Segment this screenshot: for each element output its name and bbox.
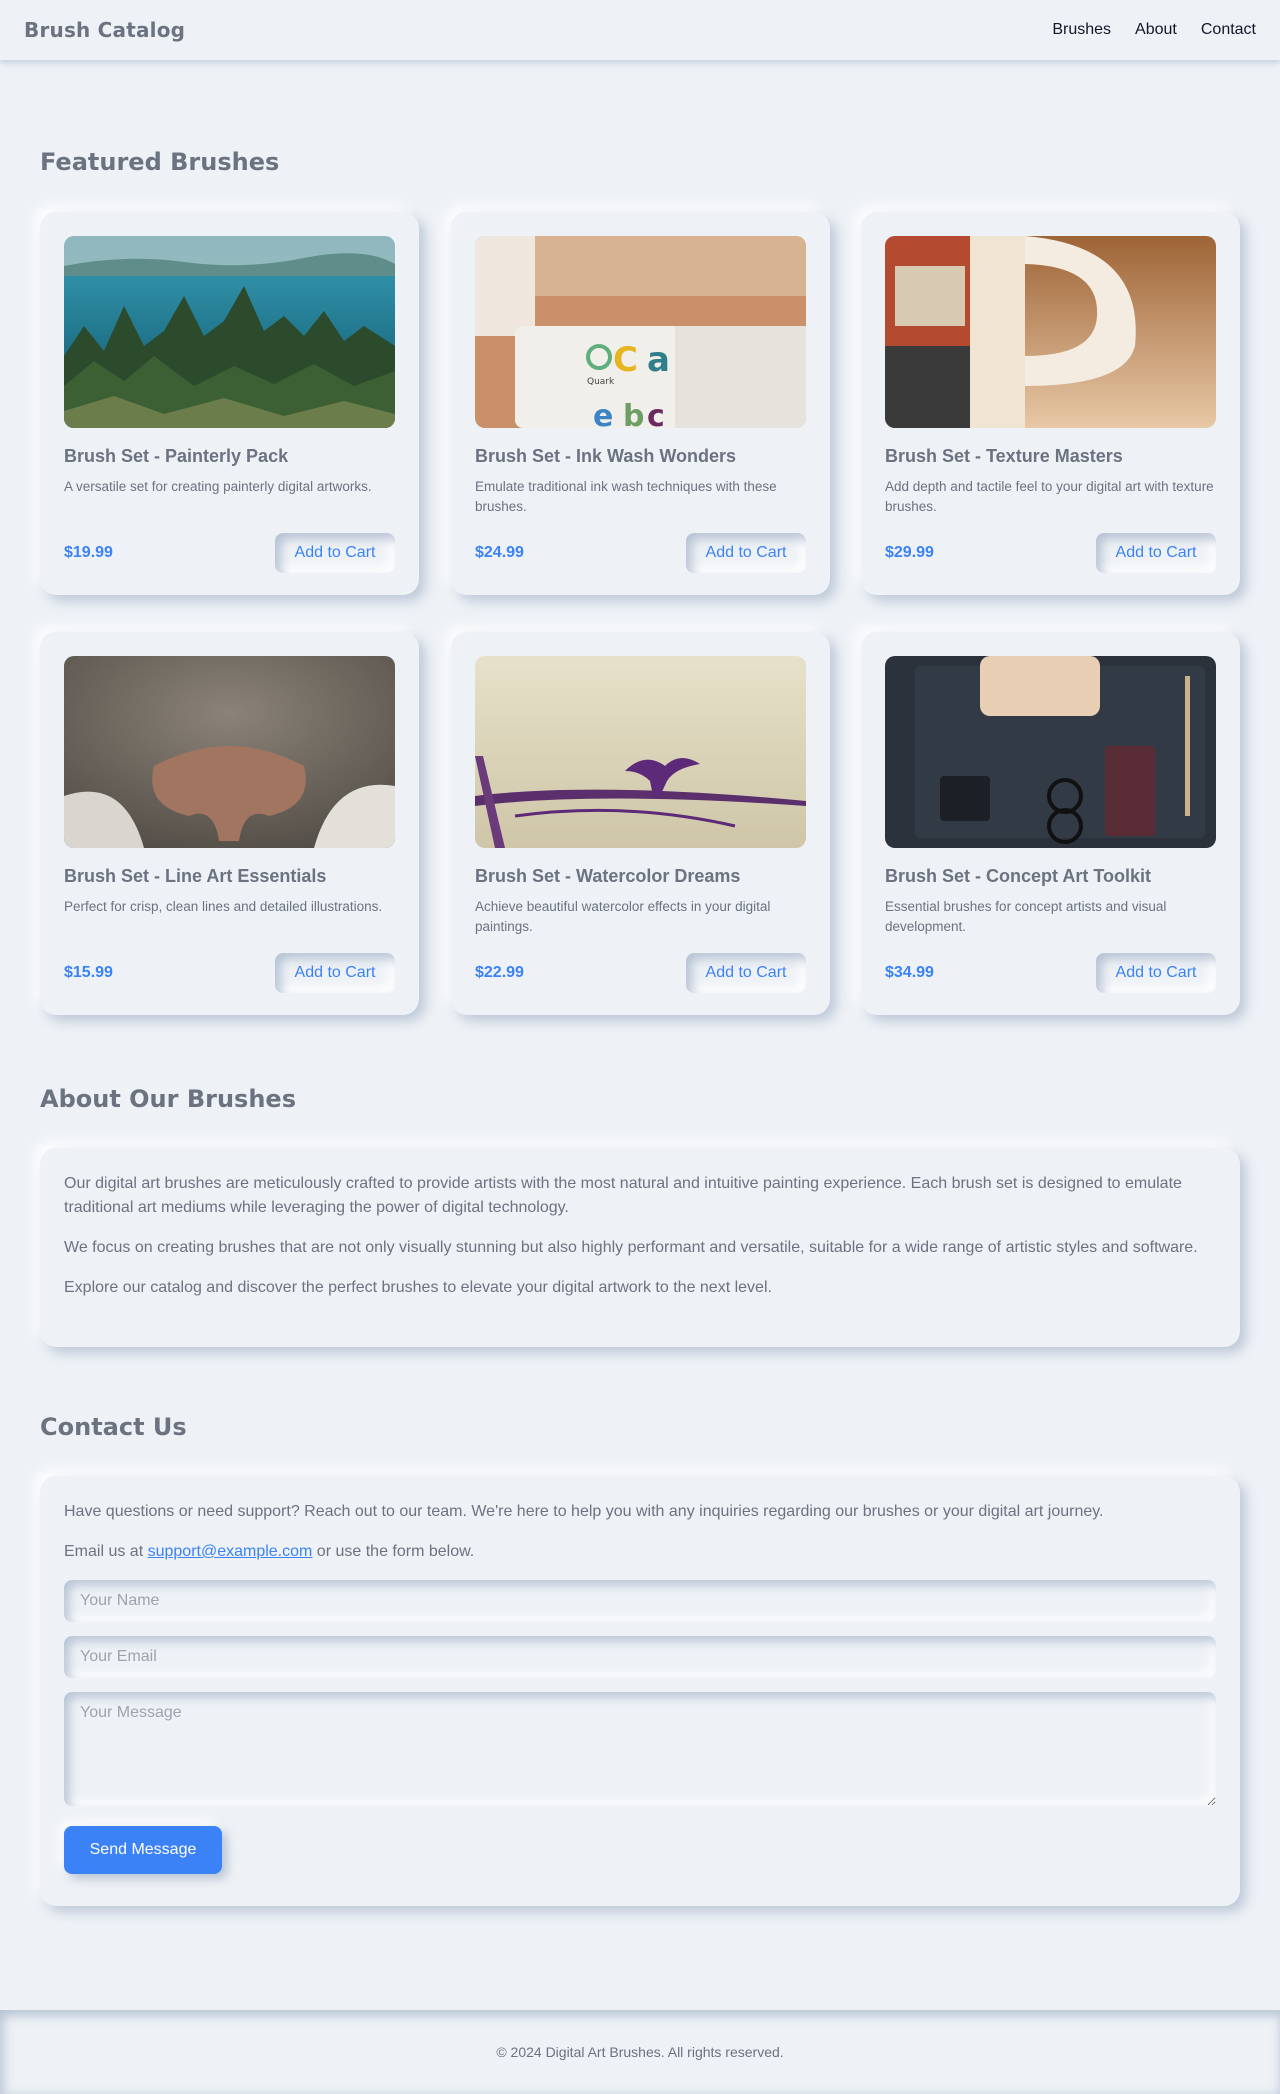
about-title: About Our Brushes — [40, 1085, 296, 1113]
about-paragraph: Explore our catalog and discover the per… — [64, 1279, 772, 1296]
product-card: Brush Set - Watercolor Dreams Achieve be… — [451, 632, 830, 1015]
support-email-link[interactable]: support@example.com — [148, 1543, 313, 1560]
product-title: Brush Set - Painterly Pack — [64, 446, 289, 466]
product-description: Add depth and tactile feel to your digit… — [885, 479, 1214, 514]
product-image — [885, 656, 1216, 848]
product-price: $24.99 — [475, 544, 524, 561]
product-title: Brush Set - Line Art Essentials — [64, 866, 327, 886]
product-price: $22.99 — [475, 964, 524, 981]
contact-email-line: Email us at support@example.com or use t… — [64, 1543, 475, 1560]
name-input[interactable] — [64, 1580, 1216, 1622]
add-to-cart-button[interactable]: Add to Cart — [1096, 953, 1216, 993]
product-title: Brush Set - Ink Wash Wonders — [475, 446, 737, 466]
product-description: A versatile set for creating painterly d… — [64, 479, 372, 494]
nav-link-contact[interactable]: Contact — [1201, 21, 1256, 39]
svg-text:e: e — [593, 399, 613, 428]
svg-text:b: b — [623, 399, 644, 428]
nav-link-brushes[interactable]: Brushes — [1052, 21, 1111, 39]
svg-text:c: c — [647, 399, 665, 428]
add-to-cart-button[interactable]: Add to Cart — [275, 953, 395, 993]
message-textarea[interactable] — [64, 1692, 1216, 1806]
product-price: $34.99 — [885, 964, 934, 981]
product-title: Brush Set - Watercolor Dreams — [475, 866, 741, 886]
add-to-cart-button[interactable]: Add to Cart — [686, 533, 806, 573]
email-input[interactable] — [64, 1636, 1216, 1678]
product-price: $19.99 — [64, 544, 113, 561]
product-image — [885, 236, 1216, 428]
product-card: C a Quark e b c Brush Set - Ink Wash Won… — [451, 212, 830, 595]
main-nav: Brushes About Contact — [1052, 21, 1256, 39]
product-card: Brush Set - Texture Masters Add depth an… — [861, 212, 1240, 595]
product-image: C a Quark e b c — [475, 236, 806, 428]
svg-text:C: C — [613, 340, 638, 380]
product-description: Emulate traditional ink wash techniques … — [475, 479, 777, 514]
about-paragraph: We focus on creating brushes that are no… — [64, 1239, 1198, 1256]
contact-panel: Have questions or need support? Reach ou… — [40, 1476, 1240, 1906]
svg-text:a: a — [647, 340, 670, 380]
product-image — [64, 656, 395, 848]
product-description: Achieve beautiful watercolor effects in … — [475, 899, 771, 934]
contact-intro: Have questions or need support? Reach ou… — [64, 1503, 1104, 1520]
product-image — [475, 656, 806, 848]
nav-link-about[interactable]: About — [1135, 21, 1177, 39]
product-image — [64, 236, 395, 428]
about-paragraph: Our digital art brushes are meticulously… — [64, 1175, 1182, 1216]
send-message-button[interactable]: Send Message — [64, 1826, 222, 1874]
svg-text:Quark: Quark — [587, 377, 615, 387]
brand-logo[interactable]: Brush Catalog — [24, 18, 185, 42]
add-to-cart-button[interactable]: Add to Cart — [686, 953, 806, 993]
product-card: Brush Set - Line Art Essentials Perfect … — [40, 632, 419, 1015]
add-to-cart-button[interactable]: Add to Cart — [275, 533, 395, 573]
product-card: Brush Set - Concept Art Toolkit Essentia… — [861, 632, 1240, 1015]
site-header: Brush Catalog Brushes About Contact — [0, 0, 1280, 60]
featured-title: Featured Brushes — [40, 148, 280, 176]
product-title: Brush Set - Concept Art Toolkit — [885, 866, 1152, 886]
add-to-cart-button[interactable]: Add to Cart — [1096, 533, 1216, 573]
contact-title: Contact Us — [40, 1413, 187, 1441]
copyright-text: © 2024 Digital Art Brushes. All rights r… — [496, 2044, 784, 2060]
product-price: $15.99 — [64, 964, 113, 981]
product-description: Essential brushes for concept artists an… — [885, 899, 1167, 934]
product-description: Perfect for crisp, clean lines and detai… — [64, 899, 383, 914]
product-price: $29.99 — [885, 544, 934, 561]
product-title: Brush Set - Texture Masters — [885, 446, 1123, 466]
product-card: Brush Set - Painterly Pack A versatile s… — [40, 212, 419, 595]
about-panel: Our digital art brushes are meticulously… — [40, 1148, 1240, 1347]
site-footer: © 2024 Digital Art Brushes. All rights r… — [0, 2010, 1280, 2094]
